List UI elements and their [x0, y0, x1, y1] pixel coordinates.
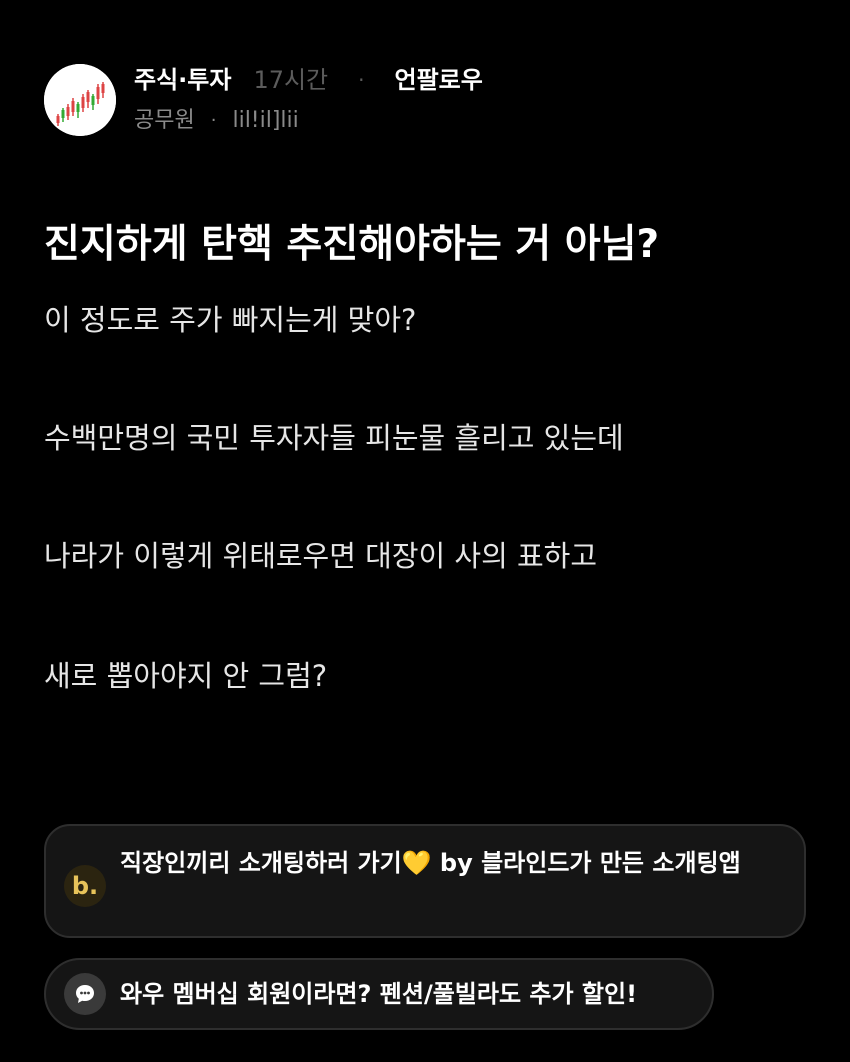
ad-text: 와우 멤버십 회원이라면? 펜션/풀빌라도 추가 할인!: [120, 980, 638, 1008]
meta-row-author: 공무원 · lil!il]lii: [134, 107, 483, 135]
post-header: 주식·투자 17시간 · 언팔로우 공무원 · lil!il]lii: [44, 62, 483, 138]
category-link[interactable]: 주식·투자: [134, 65, 231, 95]
unfollow-button[interactable]: 언팔로우: [395, 65, 483, 95]
ad-card-dating[interactable]: b. 직장인끼리 소개팅하러 가기💛 by 블라인드가 만든 소개팅앱: [44, 824, 806, 938]
blind-logo-icon: b.: [64, 865, 106, 907]
author-company: 공무원: [134, 108, 195, 133]
ad-text: 직장인끼리 소개팅하러 가기💛 by 블라인드가 만든 소개팅앱: [120, 849, 741, 877]
meta-row-top: 주식·투자 17시간 · 언팔로우: [134, 65, 483, 95]
post-body-line: 수백만명의 국민 투자자들 피눈물 흘리고 있는데: [44, 421, 624, 455]
post-body-line: 나라가 이렇게 위태로우면 대장이 사의 표하고: [44, 539, 598, 573]
post-time: 17시간: [253, 66, 329, 94]
separator-dot: ·: [210, 110, 217, 131]
separator-dot: ·: [358, 68, 365, 92]
ad-card-membership[interactable]: 와우 멤버십 회원이라면? 펜션/풀빌라도 추가 할인!: [44, 958, 714, 1030]
author-nickname[interactable]: lil!il]lii: [232, 107, 298, 135]
post-meta: 주식·투자 17시간 · 언팔로우 공무원 · lil!il]lii: [134, 65, 483, 135]
post-body-line: 이 정도로 주가 빠지는게 맞아?: [44, 303, 417, 337]
post-page: 주식·투자 17시간 · 언팔로우 공무원 · lil!il]lii 진지하게 …: [0, 0, 850, 1062]
post-title: 진지하게 탄핵 추진해야하는 거 아님?: [44, 222, 660, 267]
avatar[interactable]: [44, 64, 116, 136]
chat-bubble-icon: [64, 973, 106, 1015]
yellow-heart-icon: 💛: [401, 849, 432, 877]
post-body-line: 새로 뽑아야지 안 그럼?: [44, 659, 328, 693]
